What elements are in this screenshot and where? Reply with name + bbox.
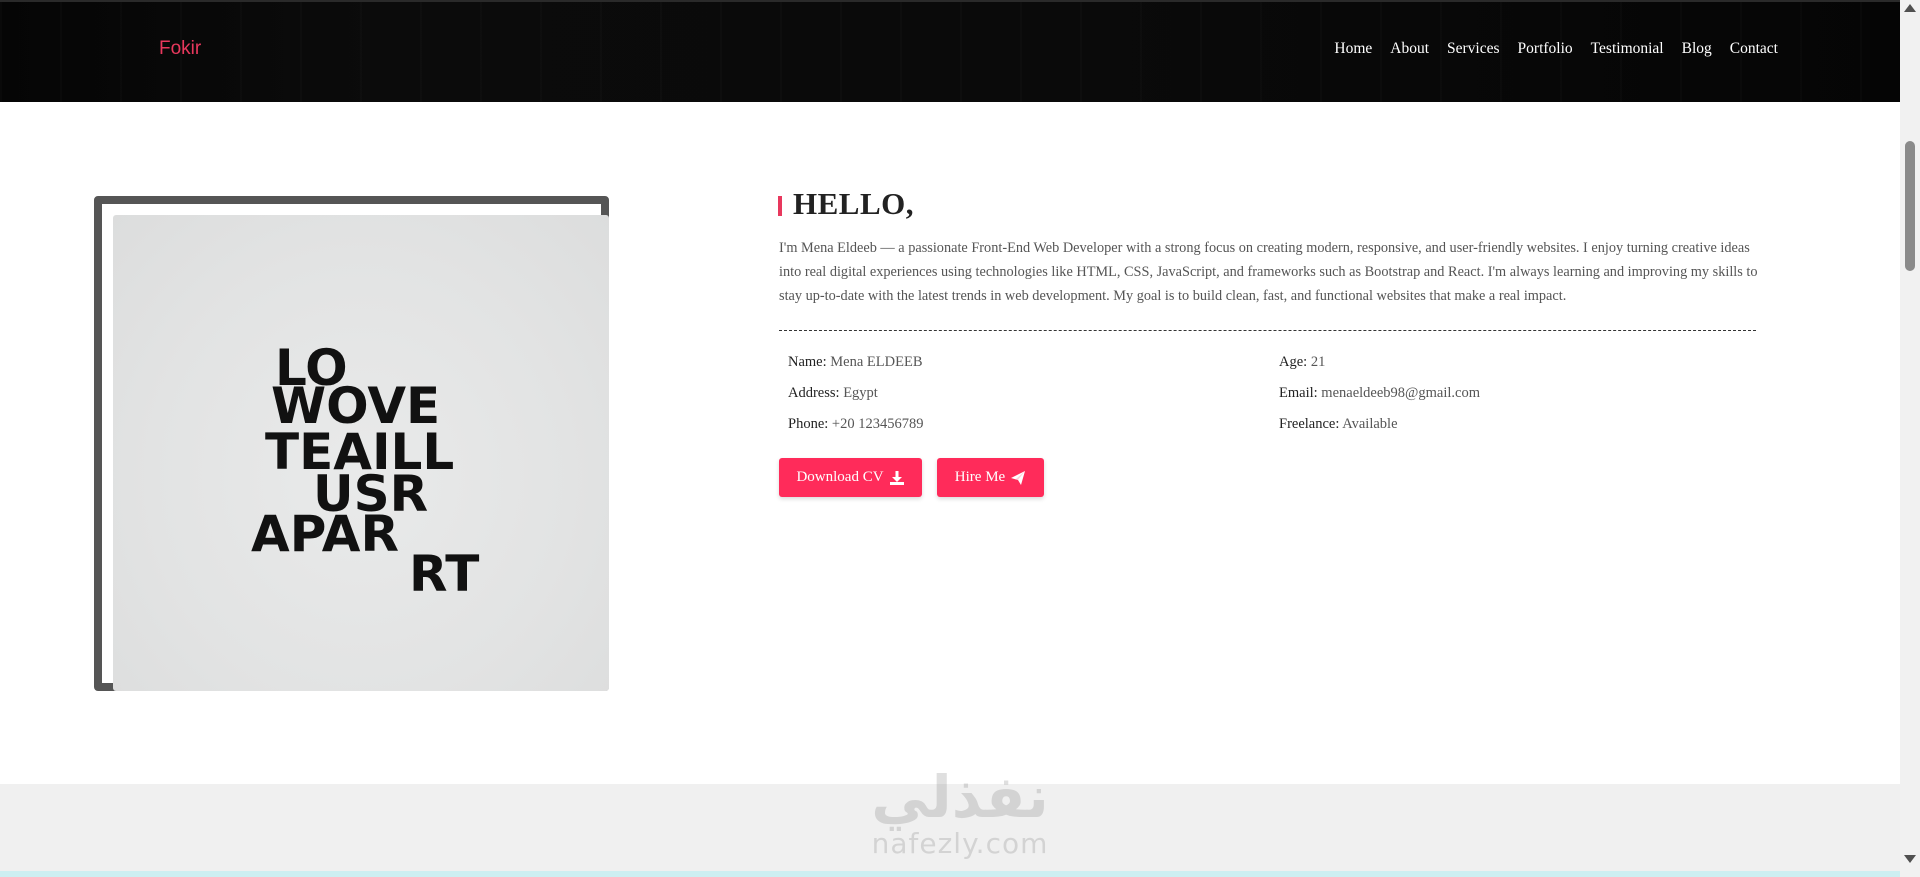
nav-about[interactable]: About	[1390, 40, 1429, 58]
hire-me-label: Hire Me	[954, 469, 1006, 485]
info-label: Phone:	[788, 416, 829, 432]
nav-portfolio[interactable]: Portfolio	[1518, 40, 1573, 58]
watermark-arabic: نفذلي	[871, 763, 1049, 831]
info-label: Name:	[788, 354, 827, 370]
info-label: Age:	[1279, 354, 1308, 370]
about-intro: I'm Mena Eldeeb — a passionate Front-End…	[779, 240, 1758, 304]
info-age: Age: 21	[1279, 354, 1325, 371]
about-heading: HELLO,	[793, 186, 915, 221]
hire-me-button[interactable]: Hire Me	[937, 458, 1044, 497]
navbar: Fokir Home About Services Portfolio Test…	[0, 0, 1900, 102]
download-cv-button[interactable]: Download CV	[779, 458, 922, 497]
poster-graphic: LO WOVE TEAILL USR APAR RT	[251, 339, 479, 603]
nav-home[interactable]: Home	[1334, 40, 1372, 58]
main-nav: Home About Services Portfolio Testimonia…	[1334, 40, 1778, 58]
brand-logo[interactable]: Fokir	[159, 38, 201, 60]
heading-accent-bar	[778, 196, 782, 216]
scroll-down-icon[interactable]	[1904, 855, 1916, 863]
info-label: Freelance:	[1279, 416, 1340, 432]
scroll-thumb[interactable]	[1905, 141, 1915, 271]
watermark: نفذلي nafezly.com	[850, 765, 1070, 875]
download-cv-label: Download CV	[796, 469, 884, 485]
info-value: 21	[1310, 354, 1326, 370]
page-scrollbar[interactable]	[1900, 0, 1920, 877]
info-value: Egypt	[843, 385, 878, 401]
download-icon	[889, 470, 904, 485]
poster-line: APAR	[251, 505, 399, 563]
divider	[779, 330, 1756, 331]
bottom-edge	[0, 871, 1900, 877]
watermark-latin: nafezly.com	[871, 827, 1049, 860]
nav-testimonial[interactable]: Testimonial	[1591, 40, 1664, 58]
about-image: LO WOVE TEAILL USR APAR RT	[113, 215, 609, 691]
info-value: Mena ELDEEB	[830, 354, 923, 370]
scroll-up-icon[interactable]	[1904, 4, 1916, 12]
info-freelance: Freelance: Available	[1279, 416, 1398, 433]
info-email: Email: menaeldeeb98@gmail.com	[1279, 385, 1480, 402]
info-name: Name: Mena ELDEEB	[788, 354, 923, 371]
nav-blog[interactable]: Blog	[1682, 40, 1712, 58]
info-value: Available	[1342, 416, 1398, 432]
info-phone: Phone: +20 123456789	[788, 416, 923, 433]
info-label: Email:	[1279, 385, 1318, 401]
info-value: menaeldeeb98@gmail.com	[1321, 385, 1480, 401]
info-label: Address:	[788, 385, 840, 401]
info-address: Address: Egypt	[788, 385, 878, 402]
poster-line: RT	[409, 545, 479, 603]
info-value: +20 123456789	[831, 416, 924, 432]
nav-contact[interactable]: Contact	[1730, 40, 1778, 58]
paper-plane-icon	[1011, 470, 1026, 485]
nav-services[interactable]: Services	[1447, 40, 1500, 58]
